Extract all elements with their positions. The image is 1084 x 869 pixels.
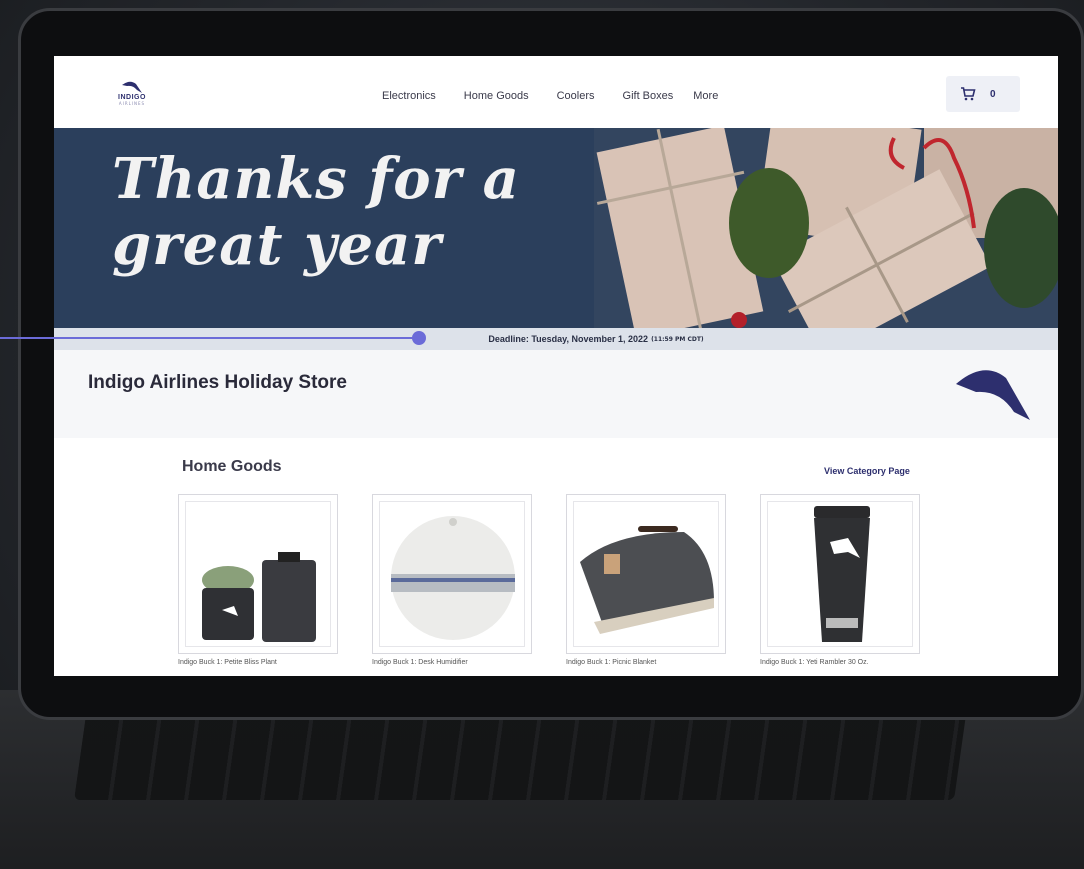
- gift-boxes-image: [594, 128, 1058, 328]
- laptop-keyboard: [74, 715, 966, 800]
- hero-banner: Thanks for a great year: [54, 128, 1058, 328]
- section-title: Home Goods: [182, 458, 282, 475]
- product-name: Indigo Buck 1: Yeti Rambler 30 Oz.: [760, 659, 869, 666]
- product-image-frame: [372, 494, 532, 654]
- product-card[interactable]: Indigo Buck 1: Yeti Rambler 30 Oz.: [760, 494, 920, 666]
- product-image-frame: [760, 494, 920, 654]
- logo-subtext: AIRLINES: [118, 101, 146, 106]
- product-card[interactable]: Indigo Buck 1: Picnic Blanket: [566, 494, 726, 666]
- humidifier-image: [379, 501, 525, 647]
- deadline-text: Deadline: Tuesday, November 1, 2022: [488, 334, 649, 344]
- store-title: Indigo Airlines Holiday Store: [88, 372, 347, 393]
- cart-button[interactable]: 0: [946, 76, 1020, 112]
- site-header: INDIGO AIRLINES Electronics Home Goods C…: [54, 56, 1058, 128]
- product-name: Indigo Buck 1: Desk Humidifier: [372, 659, 468, 666]
- product-image-frame: [566, 494, 726, 654]
- store-header-band: Indigo Airlines Holiday Store: [54, 350, 1058, 438]
- indigo-bird-large-icon: [956, 370, 1030, 420]
- nav-coolers[interactable]: Coolers: [557, 90, 595, 102]
- logo-text: INDIGO: [118, 94, 146, 101]
- browser-screen: INDIGO AIRLINES Electronics Home Goods C…: [54, 56, 1058, 676]
- annotation-pointer-dot: [412, 331, 426, 345]
- cart-count: 0: [990, 88, 996, 100]
- product-card[interactable]: Indigo Buck 1: Desk Humidifier: [372, 494, 532, 666]
- home-goods-section: Home Goods View Category Page Indigo Buc…: [54, 438, 1058, 676]
- blanket-image: [573, 501, 719, 647]
- deadline-bar: Deadline: Tuesday, November 1, 2022 (11:…: [54, 328, 1058, 350]
- plant-image: [185, 501, 331, 647]
- product-name: Indigo Buck 1: Petite Bliss Plant: [178, 659, 277, 666]
- product-name: Indigo Buck 1: Picnic Blanket: [566, 659, 657, 666]
- tumbler-image: [767, 501, 913, 647]
- indigo-bird-icon: [122, 81, 142, 93]
- deadline-timezone: (11:59 PM CDT): [651, 335, 704, 343]
- brand-logo[interactable]: INDIGO AIRLINES: [112, 80, 152, 106]
- product-card[interactable]: Indigo Buck 1: Petite Bliss Plant: [178, 494, 338, 666]
- product-image-frame: [178, 494, 338, 654]
- hero-title: Thanks for a great year: [112, 146, 520, 278]
- main-nav: Electronics Home Goods Coolers Gift Boxe…: [382, 90, 718, 102]
- cart-icon: [961, 87, 976, 101]
- annotation-pointer-line: [0, 337, 418, 339]
- hero-line-1: Thanks for a: [112, 146, 520, 212]
- hero-line-2: great year: [112, 212, 442, 278]
- nav-electronics[interactable]: Electronics: [382, 90, 436, 102]
- nav-home-goods[interactable]: Home Goods: [464, 90, 529, 102]
- view-category-link[interactable]: View Category Page: [824, 466, 910, 476]
- nav-more[interactable]: More: [693, 90, 718, 102]
- nav-gift-boxes[interactable]: Gift Boxes: [623, 90, 674, 102]
- product-grid: Indigo Buck 1: Petite Bliss Plant Indigo…: [178, 494, 920, 666]
